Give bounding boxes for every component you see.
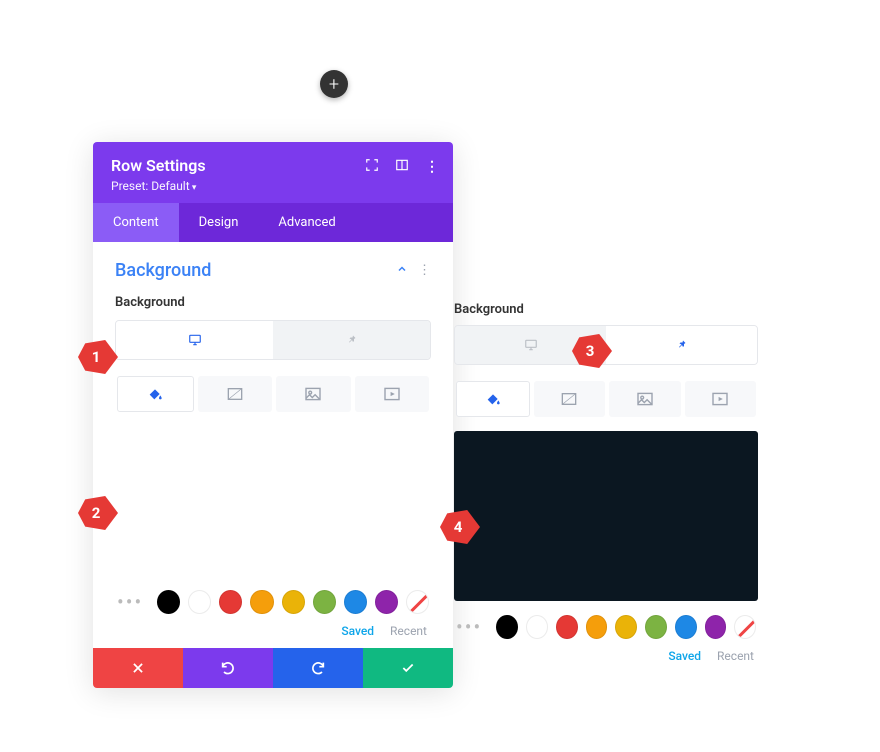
swatch-none[interactable]: [734, 615, 756, 639]
section-menu-icon[interactable]: ⋮: [418, 263, 431, 279]
undo-button[interactable]: [183, 648, 273, 688]
saved-link[interactable]: Saved: [341, 624, 374, 638]
more-swatches-icon-right[interactable]: •••: [456, 615, 482, 639]
swatch-blue[interactable]: [344, 590, 367, 614]
swatch-green[interactable]: [313, 590, 336, 614]
swatch-row-right: •••: [454, 615, 758, 639]
bg-gradient-tab-right[interactable]: [534, 381, 606, 417]
cancel-button[interactable]: [93, 648, 183, 688]
bg-color-tab-right[interactable]: [456, 381, 530, 417]
panel-header: Row Settings Preset: Default ⋮: [93, 142, 453, 203]
section-title: Background: [115, 260, 211, 281]
swatch-red[interactable]: [219, 590, 242, 614]
bg-video-tab[interactable]: [355, 376, 430, 412]
bg-type-tabs-right: [454, 381, 758, 417]
swatch-purple[interactable]: [375, 590, 398, 614]
background-label: Background: [115, 295, 431, 310]
swatch-orange[interactable]: [250, 590, 273, 614]
desktop-mode-tab[interactable]: [116, 321, 273, 359]
saved-link-right[interactable]: Saved: [668, 649, 701, 663]
bg-color-tab[interactable]: [117, 376, 194, 412]
tab-content[interactable]: Content: [93, 203, 179, 242]
preset-dropdown[interactable]: Preset: Default: [111, 179, 435, 193]
responsive-tabs: [115, 320, 431, 360]
add-section-button[interactable]: +: [320, 70, 348, 98]
swatch-yellow[interactable]: [615, 615, 637, 639]
collapse-icon[interactable]: [396, 263, 408, 279]
swatch-red[interactable]: [556, 615, 578, 639]
kebab-icon[interactable]: ⋮: [425, 159, 439, 175]
swatch-purple[interactable]: [705, 615, 727, 639]
color-preview-right[interactable]: [454, 431, 758, 601]
row-settings-panel: Row Settings Preset: Default ⋮ Content D…: [93, 142, 453, 688]
swatch-row: •••: [115, 590, 431, 614]
desktop-mode-tab-right[interactable]: [455, 326, 606, 364]
sticky-mode-tab-right[interactable]: [606, 326, 757, 364]
swatch-black[interactable]: [496, 615, 518, 639]
save-button[interactable]: [363, 648, 453, 688]
sticky-background-panel: Background ••• Sa: [454, 302, 758, 663]
swatch-orange[interactable]: [586, 615, 608, 639]
tab-advanced[interactable]: Advanced: [258, 203, 355, 242]
swatch-black[interactable]: [157, 590, 180, 614]
sticky-mode-tab[interactable]: [273, 321, 430, 359]
swatch-white[interactable]: [188, 590, 211, 614]
bg-video-tab-right[interactable]: [685, 381, 757, 417]
background-section: Background ⋮ Background: [93, 242, 453, 648]
tab-design[interactable]: Design: [179, 203, 259, 242]
swatch-none[interactable]: [406, 590, 429, 614]
color-preview[interactable]: [115, 426, 431, 576]
footer-buttons: [93, 648, 453, 688]
swatch-blue[interactable]: [675, 615, 697, 639]
fullscreen-icon[interactable]: [365, 158, 379, 176]
bg-type-tabs: [115, 376, 431, 412]
columns-icon[interactable]: [395, 158, 409, 176]
bg-gradient-tab[interactable]: [198, 376, 273, 412]
swatch-yellow[interactable]: [282, 590, 305, 614]
header-icons: ⋮: [365, 158, 439, 176]
bg-image-tab[interactable]: [276, 376, 351, 412]
swatch-green[interactable]: [645, 615, 667, 639]
recent-link-right[interactable]: Recent: [717, 649, 754, 663]
main-tabs: Content Design Advanced: [93, 203, 453, 242]
background-label-right: Background: [454, 302, 758, 317]
more-swatches-icon[interactable]: •••: [117, 590, 143, 614]
recent-link[interactable]: Recent: [390, 624, 427, 638]
redo-button[interactable]: [273, 648, 363, 688]
swatch-white[interactable]: [526, 615, 548, 639]
responsive-tabs-right: [454, 325, 758, 365]
bg-image-tab-right[interactable]: [609, 381, 681, 417]
